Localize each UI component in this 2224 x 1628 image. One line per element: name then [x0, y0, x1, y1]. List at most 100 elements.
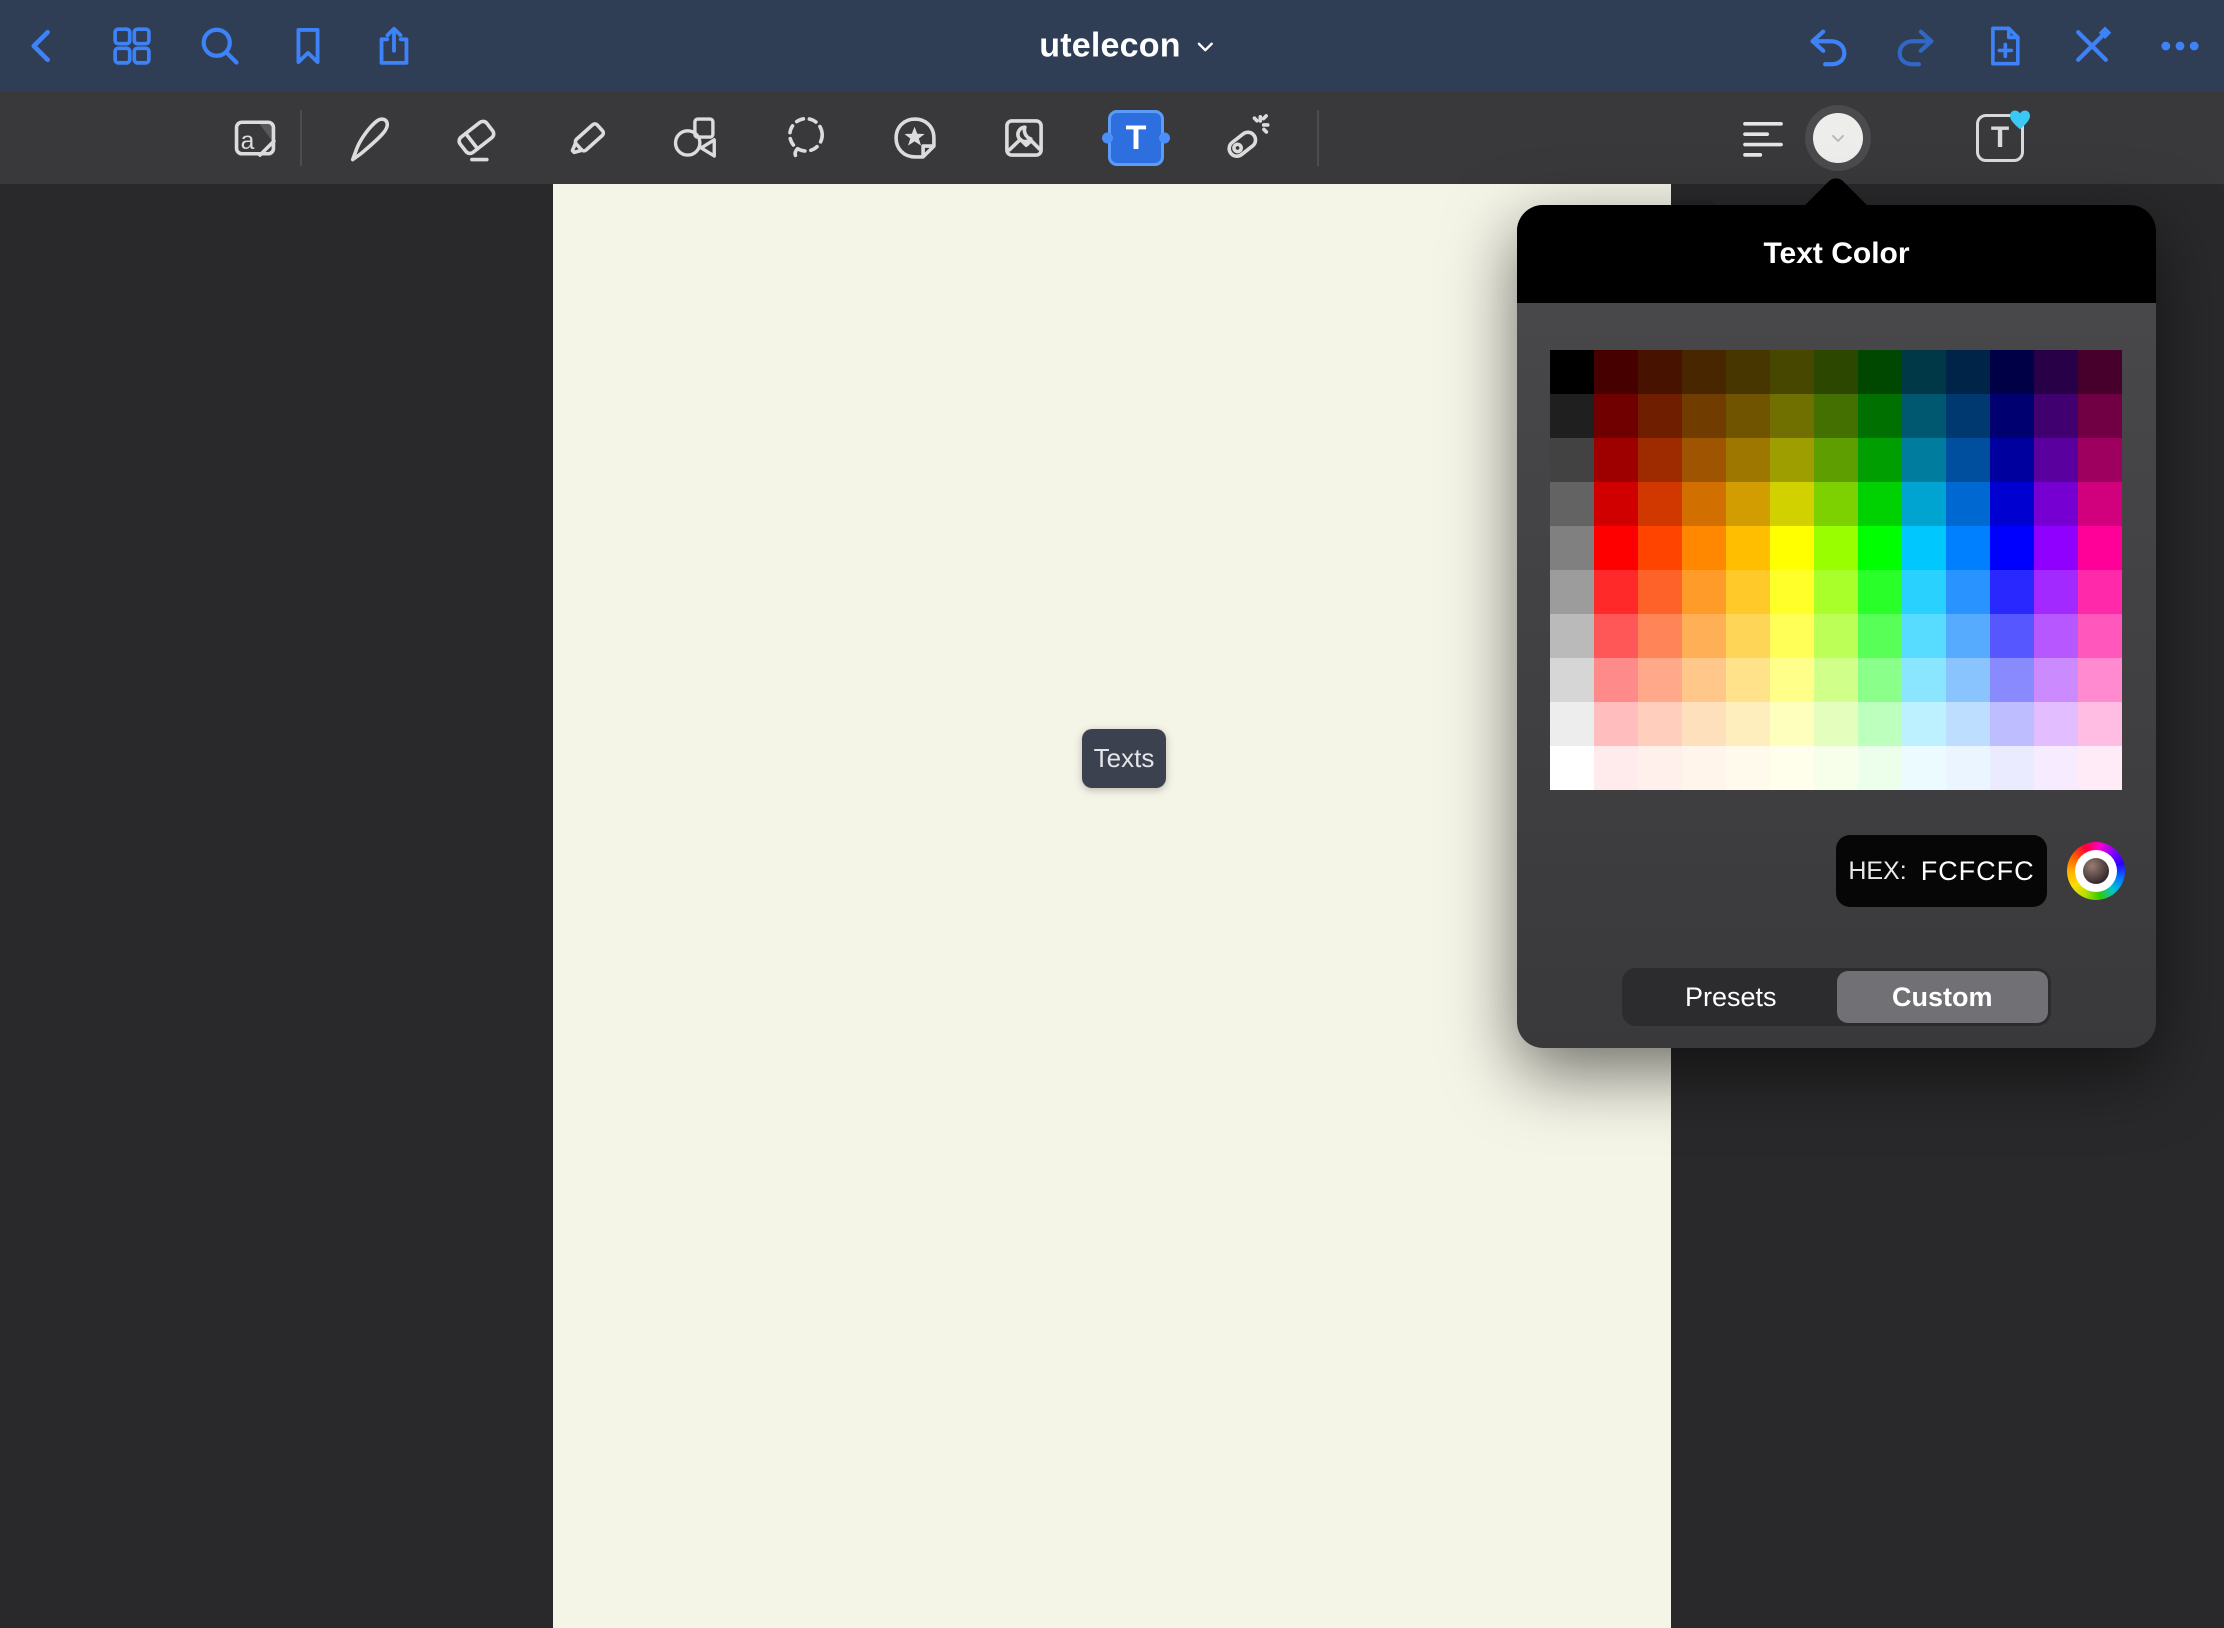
- color-swatch[interactable]: [1682, 394, 1726, 438]
- color-swatch[interactable]: [1770, 658, 1814, 702]
- color-swatch[interactable]: [2034, 702, 2078, 746]
- undo-button[interactable]: [1805, 23, 1851, 69]
- text-color-button[interactable]: [1805, 105, 1871, 171]
- color-swatch[interactable]: [2078, 702, 2122, 746]
- color-swatch[interactable]: [1814, 658, 1858, 702]
- color-swatch[interactable]: [1902, 658, 1946, 702]
- color-swatch[interactable]: [1726, 570, 1770, 614]
- color-swatch[interactable]: [1550, 526, 1594, 570]
- color-swatch[interactable]: [1682, 570, 1726, 614]
- color-swatch[interactable]: [2078, 526, 2122, 570]
- tab-presets[interactable]: Presets: [1625, 971, 1837, 1023]
- color-swatch[interactable]: [1638, 614, 1682, 658]
- color-swatch[interactable]: [1726, 702, 1770, 746]
- color-swatch[interactable]: [2034, 394, 2078, 438]
- color-swatch[interactable]: [1770, 614, 1814, 658]
- color-swatch[interactable]: [1726, 614, 1770, 658]
- share-button[interactable]: [371, 23, 417, 69]
- color-swatch[interactable]: [1814, 614, 1858, 658]
- color-swatch[interactable]: [1550, 438, 1594, 482]
- color-swatch[interactable]: [1594, 526, 1638, 570]
- color-swatch[interactable]: [2034, 526, 2078, 570]
- color-swatch[interactable]: [1770, 438, 1814, 482]
- color-swatch[interactable]: [1594, 746, 1638, 790]
- color-swatch[interactable]: [1902, 350, 1946, 394]
- laser-pointer-tool[interactable]: [1218, 111, 1272, 165]
- text-tool[interactable]: T: [1108, 110, 1164, 166]
- more-options-button[interactable]: [2157, 23, 2203, 69]
- color-swatch[interactable]: [1770, 350, 1814, 394]
- highlighter-tool[interactable]: [559, 111, 613, 165]
- color-swatch[interactable]: [1990, 438, 2034, 482]
- color-swatch[interactable]: [1638, 350, 1682, 394]
- color-swatch[interactable]: [2034, 614, 2078, 658]
- color-swatch[interactable]: [2078, 394, 2122, 438]
- color-swatch[interactable]: [1902, 570, 1946, 614]
- color-swatch[interactable]: [1902, 526, 1946, 570]
- color-swatch[interactable]: [1682, 658, 1726, 702]
- redo-button[interactable]: [1893, 23, 1939, 69]
- color-swatch[interactable]: [1550, 702, 1594, 746]
- color-swatch[interactable]: [1858, 394, 1902, 438]
- color-swatch[interactable]: [1682, 526, 1726, 570]
- back-button[interactable]: [21, 24, 65, 68]
- color-swatch[interactable]: [1946, 746, 1990, 790]
- color-swatch[interactable]: [1990, 526, 2034, 570]
- color-swatch[interactable]: [2034, 350, 2078, 394]
- color-swatch[interactable]: [1946, 438, 1990, 482]
- color-swatch[interactable]: [1770, 526, 1814, 570]
- text-style-favorites-button[interactable]: T: [1976, 114, 2024, 162]
- color-swatch[interactable]: [1682, 614, 1726, 658]
- color-swatch[interactable]: [1858, 438, 1902, 482]
- color-swatch[interactable]: [1946, 394, 1990, 438]
- color-swatch[interactable]: [1770, 482, 1814, 526]
- color-swatch[interactable]: [1814, 394, 1858, 438]
- color-swatch[interactable]: [2078, 746, 2122, 790]
- color-swatch[interactable]: [1550, 570, 1594, 614]
- color-swatch[interactable]: [1638, 526, 1682, 570]
- color-swatch[interactable]: [2034, 746, 2078, 790]
- color-swatch[interactable]: [1726, 438, 1770, 482]
- color-swatch[interactable]: [2034, 570, 2078, 614]
- elements-tool[interactable]: [888, 111, 942, 165]
- color-swatch[interactable]: [2034, 658, 2078, 702]
- bookmark-button[interactable]: [285, 23, 331, 69]
- color-swatch[interactable]: [1550, 614, 1594, 658]
- zoom-window-tool[interactable]: a: [228, 111, 282, 165]
- color-swatch[interactable]: [1638, 702, 1682, 746]
- color-swatch[interactable]: [1638, 746, 1682, 790]
- thumbnails-button[interactable]: [109, 23, 155, 69]
- color-swatch[interactable]: [1638, 482, 1682, 526]
- color-swatch[interactable]: [1858, 570, 1902, 614]
- color-swatch[interactable]: [1550, 658, 1594, 702]
- color-swatch[interactable]: [1726, 746, 1770, 790]
- color-swatch[interactable]: [1594, 438, 1638, 482]
- color-swatch[interactable]: [1946, 526, 1990, 570]
- color-swatch[interactable]: [1990, 702, 2034, 746]
- hex-input[interactable]: HEX: FCFCFC: [1836, 835, 2047, 907]
- color-swatch[interactable]: [1858, 482, 1902, 526]
- color-swatch[interactable]: [1814, 746, 1858, 790]
- color-swatch[interactable]: [1638, 438, 1682, 482]
- color-swatch[interactable]: [2078, 438, 2122, 482]
- color-swatch[interactable]: [1726, 658, 1770, 702]
- add-page-button[interactable]: [1981, 23, 2027, 69]
- color-swatch[interactable]: [1726, 350, 1770, 394]
- eraser-tool[interactable]: [449, 111, 503, 165]
- color-swatch[interactable]: [1858, 658, 1902, 702]
- color-swatch[interactable]: [1682, 438, 1726, 482]
- color-swatch[interactable]: [1726, 394, 1770, 438]
- color-swatch[interactable]: [1550, 482, 1594, 526]
- color-swatch[interactable]: [1682, 482, 1726, 526]
- color-swatch[interactable]: [1814, 570, 1858, 614]
- color-swatch[interactable]: [1638, 394, 1682, 438]
- color-swatch[interactable]: [1902, 702, 1946, 746]
- color-swatch[interactable]: [1726, 482, 1770, 526]
- color-swatch[interactable]: [1682, 746, 1726, 790]
- document-title-menu[interactable]: utelecon: [1039, 27, 1216, 66]
- color-swatch[interactable]: [1946, 614, 1990, 658]
- color-swatch[interactable]: [1550, 746, 1594, 790]
- color-swatch[interactable]: [1814, 702, 1858, 746]
- color-wheel-button[interactable]: [2067, 842, 2125, 900]
- color-swatch[interactable]: [1902, 614, 1946, 658]
